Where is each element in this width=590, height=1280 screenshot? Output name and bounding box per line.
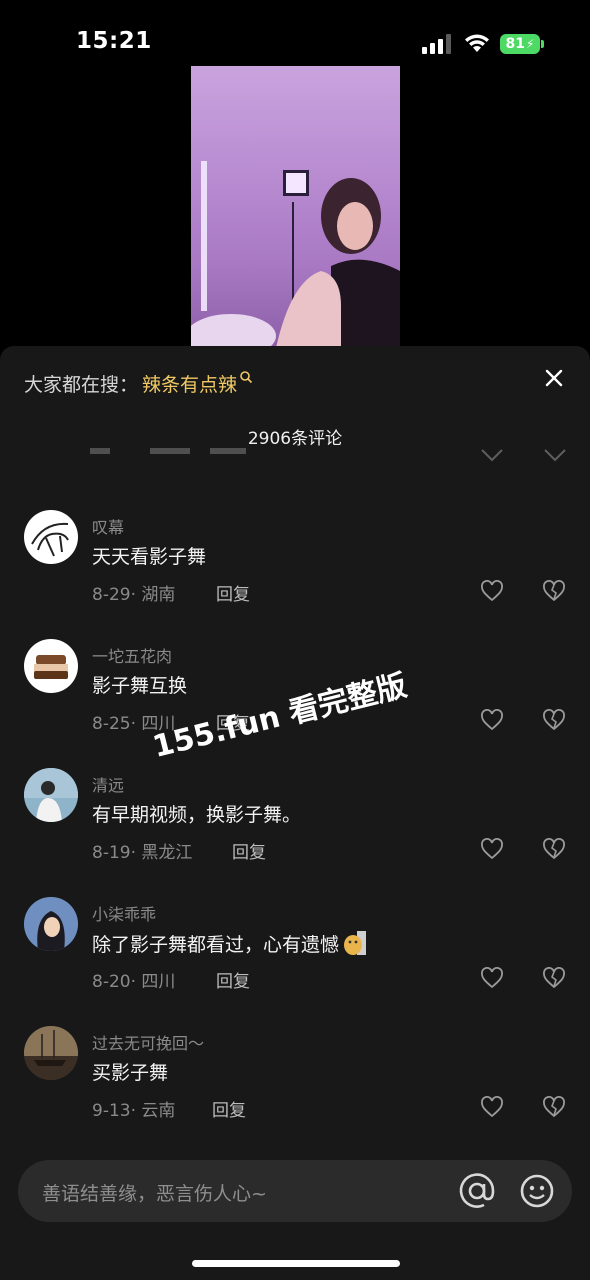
comment-sheet: 大家都在搜： 辣条有点辣 2906条评论 叹幕 天天看影子舞 8-29· 湖南 … [0, 346, 590, 1280]
battery-icon: 81 ⚡ [500, 34, 540, 54]
battery-level: 81 [505, 36, 526, 52]
at-icon[interactable] [458, 1172, 496, 1210]
reply-button[interactable]: 回复 [212, 1096, 246, 1121]
comment-username[interactable]: 过去无可挽回～ [92, 1030, 204, 1054]
comment-text-content: 除了影子舞都看过，心有遗憾 [92, 934, 340, 956]
comment-count: 2906条评论 [247, 429, 343, 449]
comment-input-placeholder[interactable]: 善语结善缘，恶言伤人心~ [42, 1179, 267, 1206]
broken-heart-icon[interactable] [542, 580, 566, 602]
broken-heart-icon[interactable] [542, 838, 566, 860]
video-scene [191, 161, 400, 348]
reply-button[interactable]: 回复 [216, 580, 250, 605]
hot-search-term[interactable]: 辣条有点辣 [142, 370, 237, 397]
emoji-icon[interactable] [518, 1172, 556, 1210]
comment-item: 过去无可挽回～ 买影子舞 9-13· 云南 回复 [0, 1026, 590, 1150]
comment-text: 有早期视频，换影子舞。 [92, 804, 302, 826]
avatar[interactable] [24, 639, 78, 693]
broken-heart-icon[interactable] [542, 709, 566, 731]
signal-icon [422, 34, 451, 54]
comment-meta: 8-19· 黑龙江 [92, 843, 193, 863]
broken-heart-icon[interactable] [542, 1096, 566, 1118]
hot-search-prefix: 大家都在搜： [24, 373, 139, 396]
heart-icon[interactable] [480, 709, 504, 731]
sticker-emoji-icon [344, 931, 367, 955]
comment-meta: 8-29· 湖南 [92, 585, 176, 605]
partial-comment-row [90, 448, 570, 472]
wifi-icon [465, 34, 489, 52]
comment-text: 买影子舞 [92, 1062, 169, 1084]
heart-icon[interactable] [480, 838, 504, 860]
comment-username[interactable]: 叹幕 [92, 514, 124, 538]
battery-cap [541, 40, 544, 48]
comment-meta: 8-20· 四川 [92, 972, 176, 992]
comment-username[interactable]: 小柒乖乖 [92, 901, 156, 925]
home-indicator [192, 1260, 400, 1267]
heart-icon[interactable] [480, 1096, 504, 1118]
search-icon [240, 371, 253, 384]
hot-search-row[interactable]: 大家都在搜： 辣条有点辣 [24, 368, 253, 398]
comment-meta: 9-13· 云南 [92, 1101, 176, 1121]
comment-text: 天天看影子舞 [92, 546, 207, 568]
comment-text: 影子舞互换 [92, 675, 188, 697]
avatar[interactable] [24, 768, 78, 822]
status-time: 15:21 [76, 28, 152, 54]
comment-item: 清远 有早期视频，换影子舞。 8-19· 黑龙江 回复 [0, 768, 590, 892]
video-preview[interactable] [191, 66, 400, 348]
avatar[interactable] [24, 1026, 78, 1080]
reply-button[interactable]: 回复 [216, 967, 250, 992]
close-icon[interactable] [542, 366, 566, 390]
heart-icon[interactable] [480, 580, 504, 602]
reply-button[interactable]: 回复 [232, 838, 266, 863]
broken-heart-icon[interactable] [542, 967, 566, 989]
comment-text: 除了影子舞都看过，心有遗憾 [92, 929, 367, 957]
heart-icon[interactable] [480, 967, 504, 989]
comment-username[interactable]: 清远 [92, 772, 124, 796]
comment-username[interactable]: 一坨五花肉 [92, 643, 172, 667]
avatar[interactable] [24, 897, 78, 951]
comment-input-bar[interactable]: 善语结善缘，恶言伤人心~ [18, 1160, 572, 1222]
comment-item: 叹幕 天天看影子舞 8-29· 湖南 回复 [0, 510, 590, 634]
comment-item: 小柒乖乖 除了影子舞都看过，心有遗憾 8-20· 四川 回复 [0, 897, 590, 1021]
avatar[interactable] [24, 510, 78, 564]
